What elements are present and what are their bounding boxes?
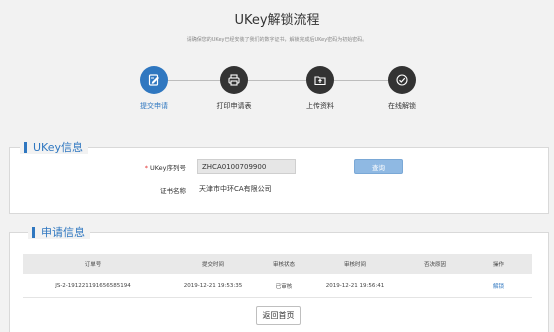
cert-name-value: 天津市中环CA有限公司 <box>199 185 272 193</box>
upload-folder-icon <box>314 76 326 86</box>
query-button[interactable]: 查询 <box>354 159 403 174</box>
required-mark: * <box>144 164 148 172</box>
column-header: 审核状态 <box>263 254 305 274</box>
column-header: 审核时间 <box>305 254 405 274</box>
unlock-link[interactable]: 解锁 <box>493 284 504 290</box>
application-info-heading: 申请信息 <box>28 225 90 239</box>
step-3-label[interactable]: 上传资料 <box>285 101 355 111</box>
step-1-label[interactable]: 提交申请 <box>119 101 189 111</box>
heading-accent-bar <box>32 226 35 238</box>
status-cell: 已审核 <box>263 274 305 298</box>
table-row: JS-2-191221191656585194 2019-12-21 19:53… <box>23 274 532 298</box>
application-info-title: 申请信息 <box>41 226 85 239</box>
step-2-label[interactable]: 打印申请表 <box>199 101 269 111</box>
order-number-cell: JS-2-191221191656585194 <box>23 274 163 298</box>
step-connector <box>334 80 388 81</box>
step-connector <box>248 80 306 81</box>
review-time-cell: 2019-12-21 19:56:41 <box>305 274 405 298</box>
ukey-info-card <box>9 147 549 214</box>
ukey-serial-label-text: UKey序列号 <box>149 164 186 172</box>
printer-icon <box>228 74 240 86</box>
step-connector <box>168 80 220 81</box>
ukey-info-heading: UKey信息 <box>20 140 88 154</box>
application-table: 订单号 提交时间 审核状态 审核时间 否决原因 操作 JS-2-19122119… <box>23 254 532 298</box>
page-subtitle: 请确保您的UKey已经安装了我们的数字证书，解锁完成后UKey密码为初始密码。 <box>186 37 368 43</box>
ukey-serial-label: * UKey序列号 <box>120 162 186 172</box>
action-cell: 解锁 <box>465 274 532 298</box>
step-3-circle[interactable] <box>306 66 334 94</box>
page-title: UKey解锁流程 <box>234 13 320 28</box>
reject-reason-cell <box>405 274 465 298</box>
back-home-button[interactable]: 返回首页 <box>256 306 301 325</box>
column-header: 提交时间 <box>163 254 263 274</box>
step-2-circle[interactable] <box>220 66 248 94</box>
column-header: 否决原因 <box>405 254 465 274</box>
column-header: 操作 <box>465 254 532 274</box>
step-4-circle[interactable] <box>388 66 416 94</box>
heading-accent-bar <box>24 141 27 153</box>
column-header: 订单号 <box>23 254 163 274</box>
submit-time-cell: 2019-12-21 19:53:35 <box>163 274 263 298</box>
step-1-circle[interactable] <box>140 66 168 94</box>
ukey-serial-input[interactable]: ZHCA0100709900 <box>197 159 296 174</box>
edit-document-icon <box>148 74 159 86</box>
ukey-info-title: UKey信息 <box>33 141 83 154</box>
table-header-row: 订单号 提交时间 审核状态 审核时间 否决原因 操作 <box>23 254 532 274</box>
check-circle-icon <box>396 74 408 86</box>
step-4-label[interactable]: 在线解锁 <box>367 101 437 111</box>
cert-name-label: 证书名称 <box>160 187 186 195</box>
